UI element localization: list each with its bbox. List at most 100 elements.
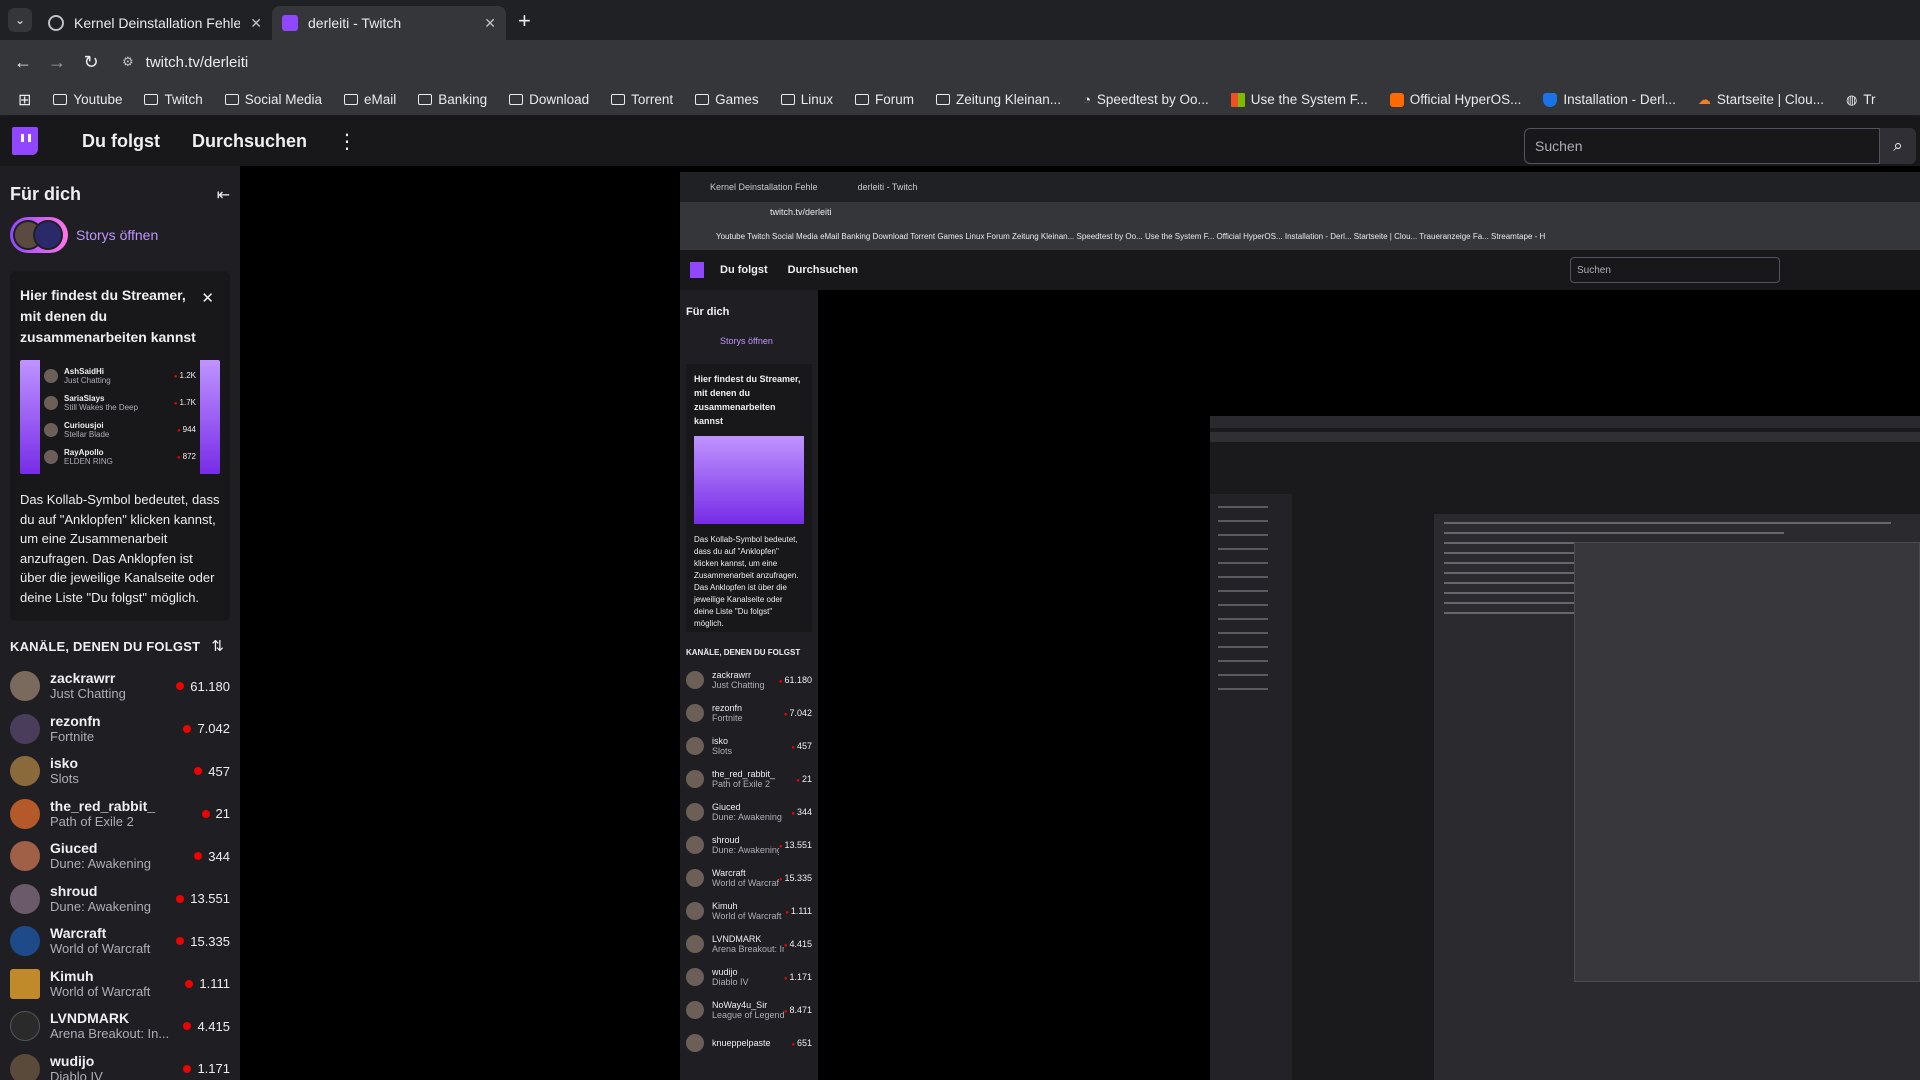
nested-dialog-window <box>1574 542 1920 982</box>
channel-name: LVNDMARK <box>712 933 762 944</box>
viewer-count: 61.180 <box>190 678 230 694</box>
story-avatars[interactable] <box>10 217 68 253</box>
channel-game: World of Warcraft <box>50 983 151 999</box>
tab-title: Kernel Deinstallation Fehle <box>74 15 241 31</box>
bookmark-torrent[interactable]: Torrent <box>611 92 673 107</box>
viewer-count: 7.042 <box>784 708 812 718</box>
live-indicator-icon <box>183 1022 192 1031</box>
bookmark-use-the-system[interactable]: Use the System F... <box>1230 92 1368 107</box>
channel-item[interactable]: shroud Dune: Awakening 13.551 <box>0 878 240 921</box>
avatar <box>686 967 704 986</box>
back-arrow-icon[interactable]: ← <box>6 52 40 73</box>
channel-item[interactable]: wudijo Diablo IV 1.171 <box>0 1048 240 1080</box>
channel-item[interactable]: LVNDMARK Arena Breakout: In... 4.415 <box>0 1005 240 1048</box>
bookmark-zeitung[interactable]: Zeitung Kleinan... <box>935 92 1061 107</box>
folder-icon <box>695 94 710 105</box>
channel-game: Arena Breakout: In... <box>712 943 784 954</box>
avatar <box>44 395 58 410</box>
twitch-logo-icon <box>690 262 704 278</box>
bookmark-installation[interactable]: Installation - Derl... <box>1543 92 1676 107</box>
tab-derleiti-twitch[interactable]: derleiti - Twitch ✕ <box>272 6 506 40</box>
channel-name: rezonfn <box>712 702 743 713</box>
avatar <box>686 835 704 854</box>
list-item: AshSaidHiJust Chatting 1.2K <box>44 362 196 389</box>
list-item: zackrawrrJust Chatting 61.180 <box>680 663 818 696</box>
channel-item[interactable]: the_red_rabbit_ Path of Exile 2 21 <box>0 793 240 836</box>
reload-icon[interactable]: ↻ <box>74 52 108 73</box>
close-icon[interactable]: ✕ <box>201 289 214 307</box>
collapse-sidebar-icon[interactable]: ⇤ <box>217 185 230 205</box>
channel-item[interactable]: Giuced Dune: Awakening 344 <box>0 835 240 878</box>
avatar <box>44 422 58 437</box>
avatar <box>10 713 40 744</box>
channel-item[interactable]: zackrawrr Just Chatting 61.180 <box>0 665 240 708</box>
open-stories-link[interactable]: Storys öffnen <box>76 227 158 243</box>
stories-row[interactable]: Storys öffnen <box>0 205 240 253</box>
sort-arrows-icon[interactable]: ⇅ <box>211 637 224 655</box>
capture-video-player <box>818 290 1920 1080</box>
viewer-count: 1.171 <box>784 972 812 982</box>
close-icon[interactable]: ✕ <box>484 15 496 32</box>
bookmark-hyperos[interactable]: Official HyperOS... <box>1389 92 1522 107</box>
channel-game: Dune: Awakening <box>50 856 151 872</box>
more-vertical-icon[interactable]: ⋮ <box>337 129 357 154</box>
avatar <box>686 670 704 689</box>
viewer-count: 457 <box>208 763 230 779</box>
channel-game: Just Chatting <box>50 686 126 702</box>
channel-game: Arena Breakout: In... <box>50 1026 170 1042</box>
bookmark-speedtest[interactable]: ◔ Speedtest by Oo... <box>1083 92 1209 107</box>
apps-grid-icon[interactable]: ⊞ <box>18 90 31 110</box>
tab-search-chevron-icon[interactable]: ⌄ <box>8 8 32 32</box>
avatar <box>10 671 40 702</box>
bookmark-twitch[interactable]: Twitch <box>144 92 203 107</box>
collab-info-card: Hier findest du Streamer, mit denen du z… <box>10 271 230 621</box>
bookmark-youtube[interactable]: Youtube <box>53 92 122 107</box>
live-indicator-icon <box>185 979 194 988</box>
channel-item[interactable]: Kimuh World of Warcraft 1.111 <box>0 963 240 1006</box>
bookmark-forum[interactable]: Forum <box>854 92 914 107</box>
avatar <box>686 934 704 953</box>
followed-channels-heading: KANÄLE, DENEN DU FOLGST <box>10 638 201 654</box>
bookmark-email[interactable]: eMail <box>344 92 396 107</box>
folder-icon <box>509 94 524 105</box>
avatar <box>10 1011 40 1042</box>
bookmark-tr[interactable]: ◍ Tr <box>1846 92 1876 108</box>
channel-name: SariaSlays <box>64 393 105 403</box>
viewer-count: 7.042 <box>197 721 230 737</box>
bookmark-social-media[interactable]: Social Media <box>224 92 322 107</box>
nested-capture-screen <box>1210 416 1920 1080</box>
capture-sidebar: Für dich Storys öffnen Hier findest du S… <box>680 290 818 1080</box>
new-tab-plus-icon[interactable]: + <box>518 8 531 34</box>
hyperos-icon <box>1389 92 1404 107</box>
bookmark-label: Official HyperOS... <box>1409 92 1522 107</box>
channel-name: zackrawrr <box>50 670 116 687</box>
bookmark-banking[interactable]: Banking <box>418 92 487 107</box>
list-item: the_red_rabbit_Path of Exile 2 21 <box>680 762 818 795</box>
list-item: CuriousjoiStellar Blade 944 <box>44 416 196 443</box>
search-icon[interactable]: ⌕ <box>1880 128 1916 164</box>
bookmark-label: eMail <box>364 92 397 107</box>
browser-tab-strip: ⌄ Kernel Deinstallation Fehle ✕ derleiti… <box>0 0 1920 40</box>
channel-name: knueppelpaste <box>712 1037 771 1048</box>
channel-name: NoWay4u_Sir <box>712 999 768 1010</box>
avatar <box>686 769 704 788</box>
channel-item[interactable]: isko Slots 457 <box>0 750 240 793</box>
channel-name: shroud <box>50 882 98 899</box>
nav-following[interactable]: Du folgst <box>82 131 160 152</box>
list-item: shroudDune: Awakening13.551 <box>680 828 818 861</box>
bookmark-games[interactable]: Games <box>695 92 759 107</box>
channel-game: World of Warcraft <box>712 877 779 888</box>
search-input[interactable]: Suchen <box>1524 128 1880 164</box>
bookmark-startseite[interactable]: ☁ Startseite | Clou... <box>1698 92 1824 108</box>
address-bar[interactable]: ⚙ twitch.tv/derleiti <box>122 45 248 79</box>
bookmark-linux[interactable]: Linux <box>780 92 833 107</box>
twitch-logo-icon[interactable] <box>12 127 38 155</box>
channel-item[interactable]: Warcraft World of Warcraft 15.335 <box>0 920 240 963</box>
tab-kernel-deinstallation[interactable]: Kernel Deinstallation Fehle ✕ <box>38 6 272 40</box>
bookmark-download[interactable]: Download <box>509 92 589 107</box>
nav-browse[interactable]: Durchsuchen <box>192 131 307 152</box>
forward-arrow-icon[interactable]: → <box>40 52 74 73</box>
site-settings-icon[interactable]: ⚙ <box>122 54 134 70</box>
close-icon[interactable]: ✕ <box>250 15 262 32</box>
channel-item[interactable]: rezonfn Fortnite 7.042 <box>0 708 240 751</box>
